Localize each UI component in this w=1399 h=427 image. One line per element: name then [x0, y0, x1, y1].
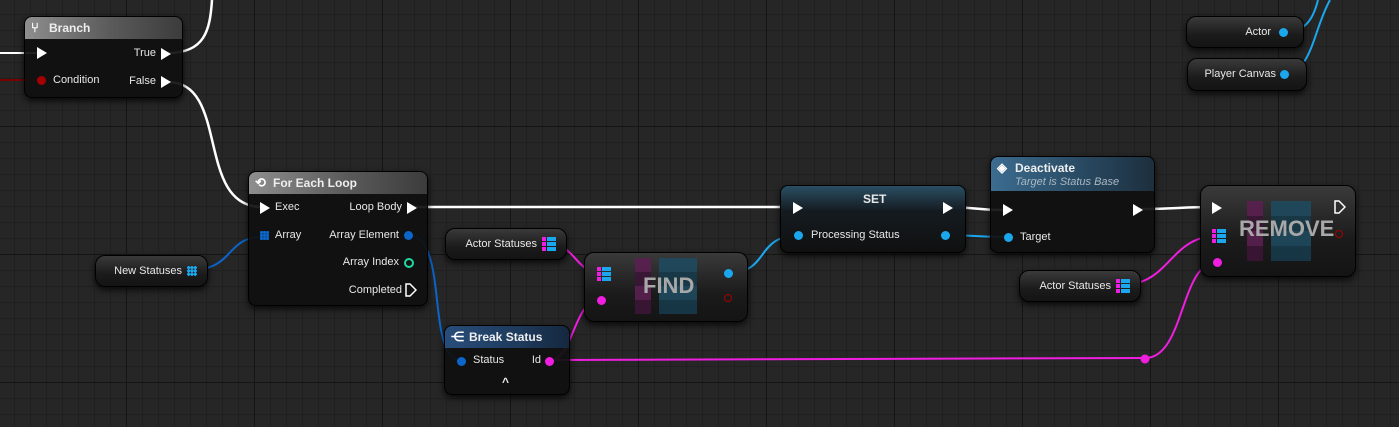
break-status-node[interactable]: ⋲ Break Status Status Id ^ [444, 325, 570, 395]
branch-condition-pin[interactable] [37, 76, 46, 85]
remove-array-pin[interactable] [1212, 229, 1226, 243]
for-each-exec-label: Exec [275, 201, 300, 213]
for-each-array-element-label: Array Element [329, 229, 399, 241]
branch-header[interactable]: ⑂ Branch [25, 17, 182, 39]
remove-exec-in-pin[interactable] [1212, 202, 1222, 214]
deactivate-exec-out-pin[interactable] [1133, 204, 1143, 216]
remove-node[interactable]: REMOVE [1200, 185, 1356, 277]
for-each-loop-header[interactable]: ⟲ For Each Loop [249, 172, 427, 194]
for-each-loop-title: For Each Loop [273, 176, 357, 190]
break-status-status-pin[interactable] [457, 357, 466, 366]
new-statuses-variable-label: New Statuses [114, 265, 182, 277]
new-statuses-array-pin[interactable] [187, 266, 197, 276]
deactivate-subtitle: Target is Status Base [1015, 176, 1120, 188]
deactivate-header[interactable]: ◈ Deactivate Target is Status Base [991, 157, 1154, 191]
break-status-id-label: Id [531, 354, 541, 366]
remove-item-pin[interactable] [1213, 258, 1222, 267]
deactivate-title: Deactivate [1015, 161, 1076, 175]
set-processing-status-label: Processing Status [811, 229, 900, 241]
break-struct-icon: ⋲ [451, 329, 464, 344]
for-each-loop-body-pin[interactable] [407, 202, 417, 214]
deactivate-target-pin[interactable] [1004, 233, 1013, 242]
branch-condition-label: Condition [53, 74, 100, 86]
actor-statuses-array-pin[interactable] [542, 237, 556, 251]
branch-title: Branch [49, 21, 91, 35]
set-title: SET [863, 192, 887, 206]
loop-icon: ⟲ [255, 175, 266, 190]
break-status-header[interactable]: ⋲ Break Status [445, 326, 569, 348]
find-node[interactable]: FIND [584, 252, 748, 322]
branch-true-label: True [133, 47, 156, 59]
actor-statuses-variable-node-2[interactable]: Actor Statuses [1019, 270, 1141, 302]
actor-statuses-variable-label-2: Actor Statuses [1039, 280, 1111, 292]
set-node[interactable]: SET Processing Status [780, 185, 966, 253]
break-status-expand-arrow[interactable]: ^ [502, 375, 509, 389]
actor-variable-label: Actor [1245, 26, 1271, 38]
break-status-title: Break Status [469, 330, 543, 344]
actor-variable-pin[interactable] [1279, 28, 1288, 37]
branch-icon: ⑂ [31, 20, 39, 35]
branch-node[interactable]: ⑂ Branch True Condition False [24, 16, 183, 98]
branch-true-pin[interactable] [161, 48, 171, 60]
actor-statuses-array-pin-2[interactable] [1116, 279, 1130, 293]
deactivate-exec-in-pin[interactable] [1003, 204, 1013, 216]
actor-variable-node[interactable]: Actor [1186, 16, 1304, 48]
player-canvas-variable-node[interactable]: Player Canvas [1187, 58, 1307, 91]
branch-false-pin[interactable] [161, 76, 171, 88]
player-canvas-variable-label: Player Canvas [1204, 68, 1276, 80]
for-each-array-label: Array [275, 229, 302, 241]
for-each-loop-node[interactable]: ⟲ For Each Loop Exec Loop Body Array Arr… [248, 171, 428, 306]
for-each-array-element-pin[interactable] [404, 231, 413, 240]
for-each-array-pin[interactable] [260, 231, 269, 240]
function-icon: ◈ [997, 160, 1007, 175]
break-status-status-label: Status [473, 354, 505, 366]
remove-label: REMOVE [1239, 216, 1335, 241]
remove-exec-out-pin[interactable] [1334, 200, 1347, 219]
deactivate-node[interactable]: ◈ Deactivate Target is Status Base Targe… [990, 156, 1155, 253]
for-each-exec-pin[interactable] [260, 202, 270, 214]
break-status-id-pin[interactable] [545, 357, 554, 366]
branch-false-label: False [129, 75, 156, 87]
find-label: FIND [643, 273, 695, 298]
find-array-pin[interactable] [597, 267, 611, 281]
for-each-completed-pin[interactable] [405, 283, 418, 302]
for-each-array-index-pin[interactable] [404, 258, 414, 268]
find-result-pin[interactable] [724, 269, 733, 278]
set-exec-out-pin[interactable] [943, 202, 953, 214]
find-found-pin[interactable] [724, 294, 732, 302]
find-item-pin[interactable] [597, 296, 606, 305]
player-canvas-variable-pin[interactable] [1280, 70, 1289, 79]
new-statuses-variable-node[interactable]: New Statuses [95, 255, 208, 287]
reroute-knot [1140, 354, 1150, 364]
deactivate-target-label: Target [1020, 231, 1051, 243]
actor-statuses-variable-node[interactable]: Actor Statuses [445, 228, 567, 260]
remove-result-pin[interactable] [1335, 230, 1343, 238]
actor-statuses-variable-label: Actor Statuses [465, 238, 537, 250]
set-exec-in-pin[interactable] [793, 202, 803, 214]
for-each-completed-label: Completed [348, 284, 402, 296]
set-processing-status-out-pin[interactable] [941, 231, 950, 240]
for-each-array-index-label: Array Index [342, 256, 399, 268]
branch-exec-in-pin[interactable] [37, 47, 47, 59]
for-each-loop-body-label: Loop Body [349, 201, 402, 213]
set-processing-status-in-pin[interactable] [794, 231, 803, 240]
